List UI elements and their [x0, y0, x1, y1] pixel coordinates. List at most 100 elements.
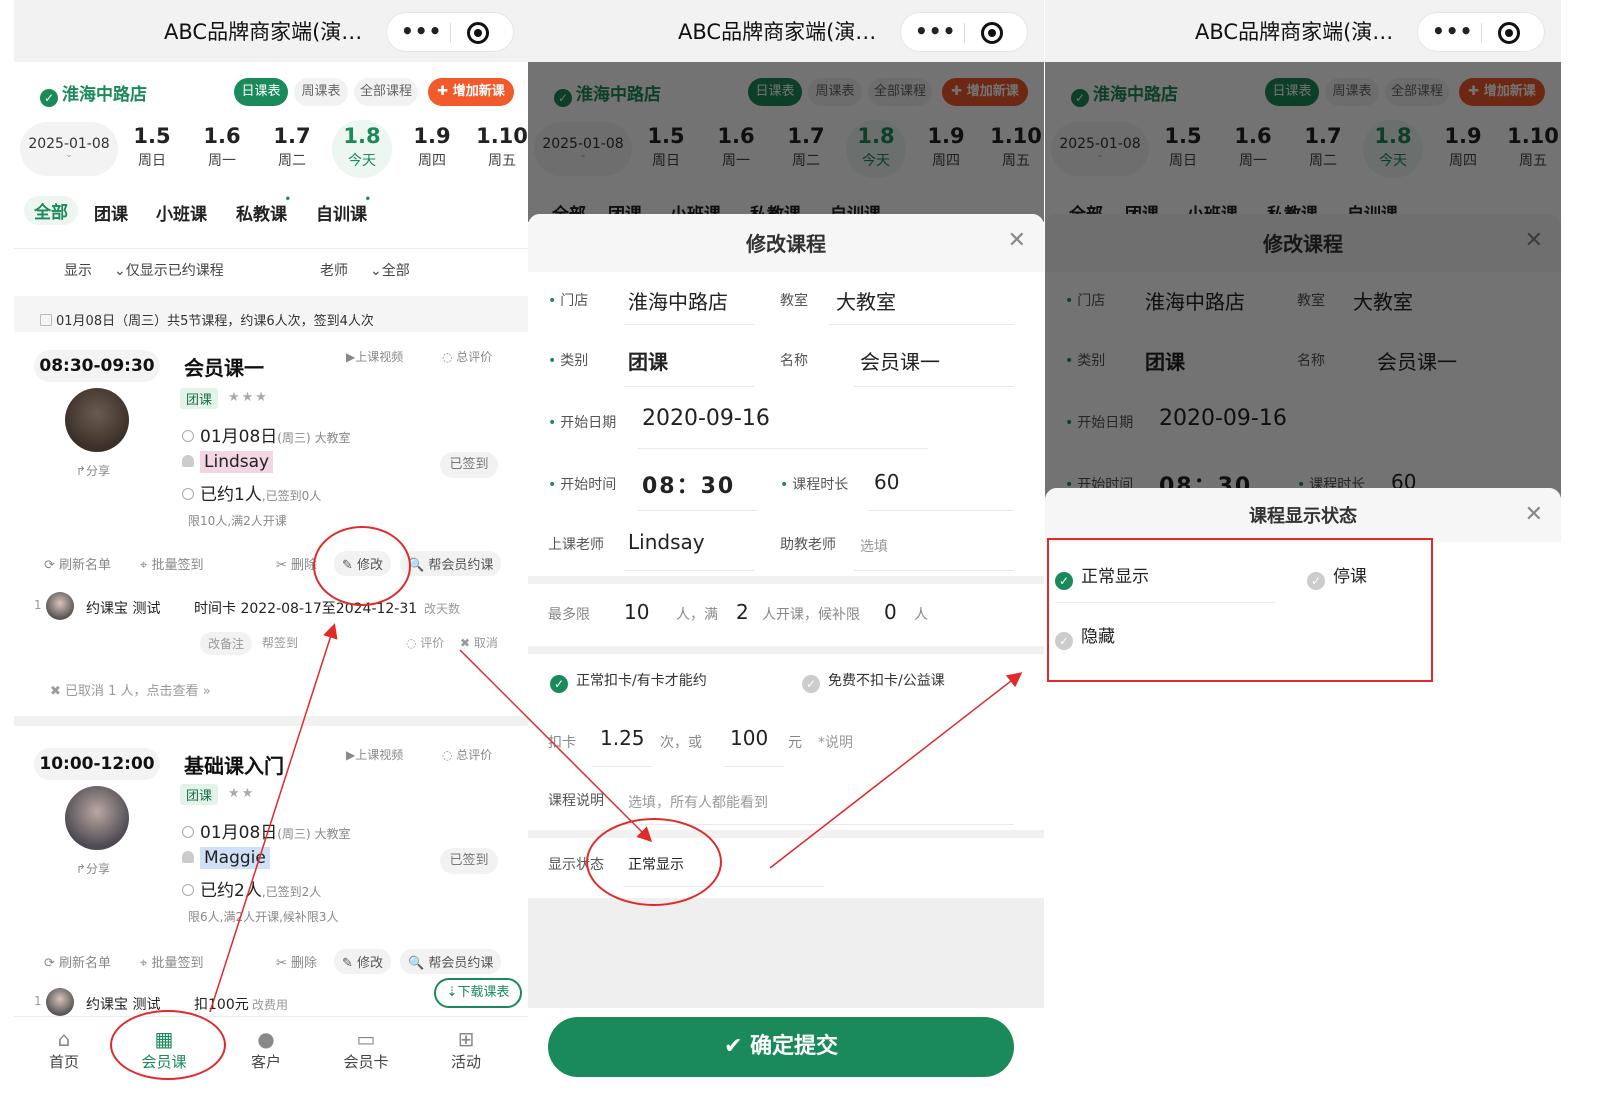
class-video-link[interactable]: ▶上课视频 [346, 348, 403, 365]
min-value[interactable]: 2 [736, 600, 749, 624]
person-icon: ● [257, 1027, 275, 1051]
assistant-label: 助教老师 [780, 537, 836, 553]
delete-button[interactable]: ✂ 删除 [276, 554, 317, 573]
field-underline [638, 510, 758, 511]
duration-label: •课程时长 [780, 474, 848, 494]
day-number: 1.8 [343, 124, 381, 148]
name-value[interactable]: 会员课一 [860, 346, 940, 375]
refresh-list-button[interactable]: ⟳ 刷新名单 [44, 554, 111, 573]
charge-free-option[interactable]: ✓ 免费不扣卡/公益课 [802, 670, 945, 693]
class-time: 10:00-12:00 [34, 748, 160, 780]
field-underline [868, 510, 1014, 511]
category-private[interactable]: 私教课 • [236, 194, 291, 225]
store-value[interactable]: 淮海中路店 [628, 286, 728, 315]
category-all[interactable]: 全部 [24, 196, 78, 225]
change-days-link[interactable]: 改天数 [424, 600, 460, 617]
store-name: 淮海中路店 [62, 85, 147, 105]
teacher-filter-select[interactable]: ⌄全部 [370, 260, 410, 280]
close-target-icon[interactable] [1498, 22, 1520, 44]
cancel-booking-link[interactable]: ✖ 取消 [460, 634, 498, 651]
field-underline [624, 570, 754, 571]
day-item[interactable]: 1.6 周一 [192, 120, 252, 178]
tab-day-schedule[interactable]: 日课表 [234, 78, 288, 106]
day-item[interactable]: 1.7 周二 [262, 120, 322, 178]
day-week: 周二 [278, 153, 306, 169]
nav-activities[interactable]: ⊞ 活动 [426, 1027, 506, 1072]
signed-badge: 已签到 [440, 452, 498, 478]
start-date-value[interactable]: 2020-09-16 [642, 406, 770, 431]
batch-signin-button[interactable]: ⌖ 批量签到 [140, 554, 203, 573]
description-input[interactable]: 选填，所有人都能看到 [628, 792, 768, 812]
field-underline [592, 766, 652, 767]
total-review-link[interactable]: ◌ 总评价 [442, 746, 492, 763]
required-mark: • [548, 293, 557, 309]
overlay-mask[interactable] [528, 62, 1044, 222]
help-signin-link[interactable]: 帮签到 [262, 634, 298, 651]
day-item-today[interactable]: 1.8 今天 [332, 120, 392, 178]
evaluate-link[interactable]: ◌ 评价 [406, 634, 444, 651]
nav-home[interactable]: ⌂ 首页 [24, 1027, 104, 1072]
share-button[interactable]: ↱分享 [76, 860, 110, 877]
close-icon[interactable]: ✕ [1525, 502, 1543, 527]
book-for-member-button[interactable]: 🔍 帮会员约课 [400, 551, 502, 576]
class-video-link[interactable]: ▶上课视频 [346, 746, 403, 763]
add-course-button[interactable]: ✚ 增加新课 [428, 78, 514, 106]
close-target-icon[interactable] [467, 22, 489, 44]
category-small-class[interactable]: 小班课 [156, 200, 207, 225]
day-number: 1.10 [476, 124, 528, 148]
waitlist-value[interactable]: 0 [884, 600, 897, 624]
room-value[interactable]: 大教室 [836, 286, 896, 315]
date-sub: (周三) 大教室 [277, 827, 351, 841]
more-icon[interactable]: ••• [915, 19, 956, 43]
signed-badge: 已签到 [440, 848, 498, 874]
submit-button[interactable]: ✔ 确定提交 [548, 1017, 1014, 1077]
teacher-value[interactable]: Lindsay [628, 530, 705, 554]
more-icon[interactable]: ••• [1432, 19, 1473, 43]
refresh-list-button[interactable]: ⟳ 刷新名单 [44, 952, 111, 971]
deduct-amount-value[interactable]: 100 [730, 726, 768, 750]
batch-signin-button[interactable]: ⌖ 批量签到 [140, 952, 203, 971]
waitlist-unit: 人 [914, 607, 928, 623]
date-picker[interactable]: 2025-01-08 ⌄ [20, 122, 118, 176]
show-filter-label: 显示 [64, 263, 92, 279]
close-target-icon[interactable] [981, 22, 1003, 44]
checked-radio-icon: ✓ [550, 675, 568, 693]
delete-button[interactable]: ✂ 删除 [276, 952, 317, 971]
day-item[interactable]: 1.10 周五 [472, 120, 530, 178]
category-group[interactable]: 团课 [94, 200, 128, 225]
row-capacity: 最多限 10 人，满 2 人开课，候补限 0 人 [528, 592, 1044, 652]
assistant-input[interactable]: 选填 [860, 536, 888, 556]
start-time-value[interactable]: 08：30 [642, 468, 735, 500]
book-for-member-button[interactable]: 🔍 帮会员约课 [400, 949, 502, 974]
tab-all-courses[interactable]: 全部课程 [354, 78, 418, 106]
category-self-training[interactable]: 自训课 • [316, 194, 371, 225]
deduct-times-value[interactable]: 1.25 [600, 726, 645, 750]
change-fee-link[interactable]: 改费用 [252, 996, 288, 1013]
download-schedule-button[interactable]: ⇣下载课表 [434, 978, 522, 1008]
duration-value[interactable]: 60 [874, 470, 899, 494]
day-item[interactable]: 1.9 周四 [402, 120, 462, 178]
more-icon[interactable]: ••• [401, 19, 442, 43]
deduct-note-link[interactable]: *说明 [818, 732, 853, 752]
nav-customers[interactable]: ● 客户 [226, 1027, 306, 1072]
row-start-time: •开始时间 08：30 •课程时长 60 [528, 462, 1044, 522]
deduct-times-unit: 次，或 [660, 735, 702, 751]
calendar-icon [40, 314, 52, 326]
edit-class-button[interactable]: ✎ 修改 [334, 949, 392, 974]
close-icon[interactable]: ✕ [1008, 228, 1026, 253]
charge-normal-option[interactable]: ✓ 正常扣卡/有卡才能约 [550, 670, 707, 693]
day-item[interactable]: 1.5 周日 [122, 120, 182, 178]
cancelled-list-link[interactable]: ✖ 已取消 1 人，点击查看 » [50, 680, 211, 699]
store-selector[interactable]: ✓ 淮海中路店 [40, 80, 147, 107]
tab-week-schedule[interactable]: 周课表 [294, 78, 348, 106]
max-value[interactable]: 10 [624, 600, 649, 624]
app-title: ABC品牌商家端(演… [1195, 20, 1394, 44]
type-value[interactable]: 团课 [628, 346, 668, 375]
nav-member-card[interactable]: ▭ 会员卡 [326, 1027, 406, 1072]
category-label: 私教课 [236, 205, 287, 225]
edit-note-button[interactable]: 改备注 [200, 632, 253, 655]
total-review-link[interactable]: ◌ 总评价 [442, 348, 492, 365]
share-button[interactable]: ↱分享 [76, 462, 110, 479]
top-bar: ABC品牌商家端(演… ••• [528, 0, 1044, 62]
show-filter-select[interactable]: ⌄仅显示已约课程 [114, 260, 224, 280]
